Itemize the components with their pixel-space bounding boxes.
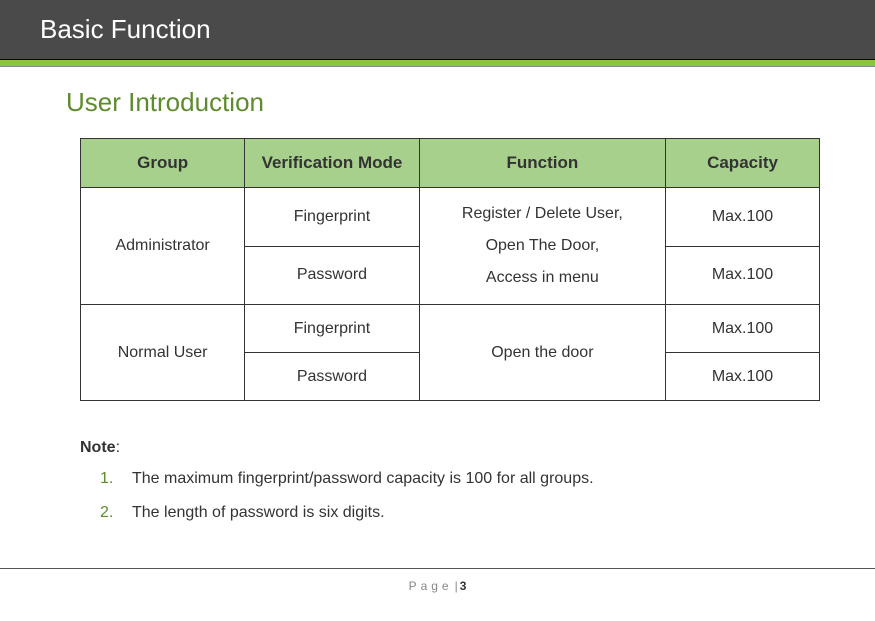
- content-area: User Introduction Group Verification Mod…: [0, 67, 875, 525]
- section-title: User Introduction: [60, 87, 815, 118]
- note-label: Note: [80, 439, 116, 456]
- note-item: The length of password is six digits.: [122, 501, 815, 525]
- cell-normal-cap1: Max.100: [666, 305, 820, 353]
- note-colon: :: [116, 439, 120, 456]
- footer-page-num: 3: [460, 579, 467, 593]
- th-verification: Verification Mode: [245, 139, 419, 188]
- table-row: Normal User Fingerprint Open the door Ma…: [81, 305, 820, 353]
- cell-admin-v2: Password: [245, 246, 419, 305]
- th-capacity: Capacity: [666, 139, 820, 188]
- user-intro-table: Group Verification Mode Function Capacit…: [80, 138, 820, 401]
- cell-normal-func: Open the door: [419, 305, 665, 401]
- cell-admin-cap1: Max.100: [666, 188, 820, 247]
- cell-normal-cap2: Max.100: [666, 353, 820, 401]
- cell-admin-func: Register / Delete User,Open The Door,Acc…: [419, 188, 665, 305]
- note-block: Note: The maximum fingerprint/password c…: [80, 439, 815, 525]
- footer-page-word: Page: [409, 579, 453, 593]
- table-header-row: Group Verification Mode Function Capacit…: [81, 139, 820, 188]
- table-row: Administrator Fingerprint Register / Del…: [81, 188, 820, 247]
- cell-normal-group: Normal User: [81, 305, 245, 401]
- page-footer: Page|3: [0, 568, 875, 593]
- th-function: Function: [419, 139, 665, 188]
- cell-normal-v1: Fingerprint: [245, 305, 419, 353]
- cell-admin-group: Administrator: [81, 188, 245, 305]
- th-group: Group: [81, 139, 245, 188]
- page-title: Basic Function: [40, 14, 211, 44]
- cell-admin-v1: Fingerprint: [245, 188, 419, 247]
- notes-list: The maximum fingerprint/password capacit…: [80, 467, 815, 525]
- cell-admin-cap2: Max.100: [666, 246, 820, 305]
- cell-normal-v2: Password: [245, 353, 419, 401]
- accent-strip: [0, 59, 875, 67]
- page-header: Basic Function: [0, 0, 875, 59]
- note-item: The maximum fingerprint/password capacit…: [122, 467, 815, 491]
- footer-separator: |: [455, 579, 458, 593]
